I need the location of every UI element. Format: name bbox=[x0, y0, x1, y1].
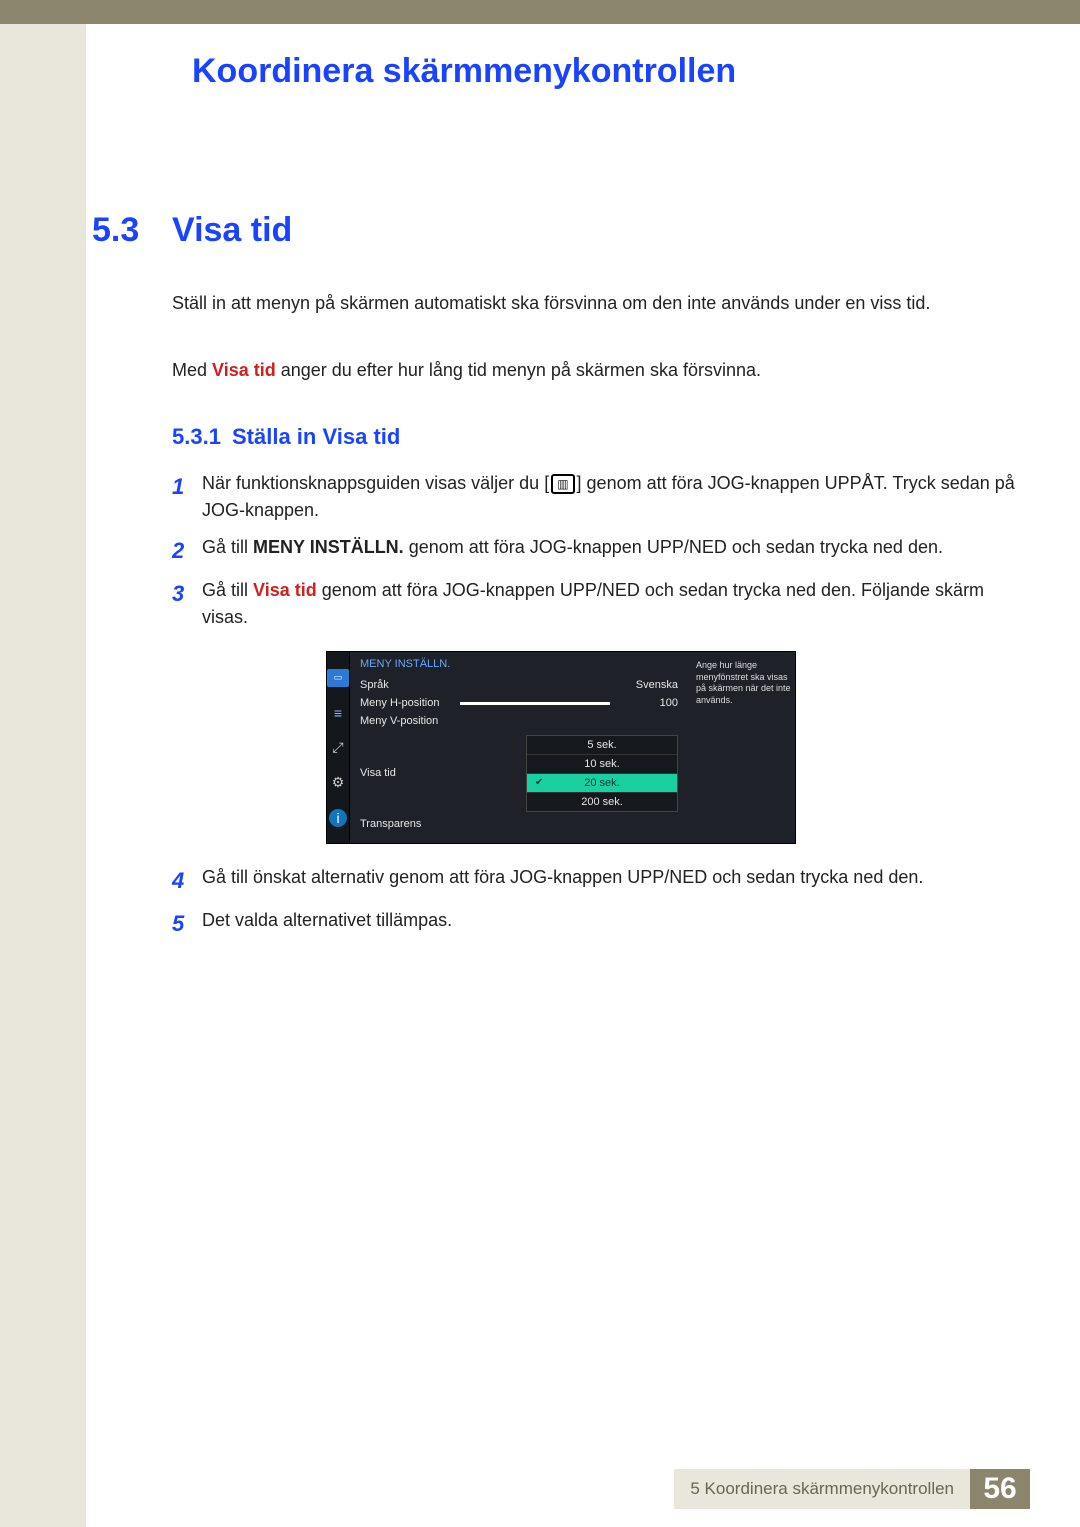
osd-option: 10 sek. bbox=[527, 755, 677, 774]
step-1-pre: När funktionsknappsguiden visas väljer d… bbox=[202, 473, 549, 493]
section-title: Visa tid bbox=[172, 211, 292, 250]
osd-window: ▭ ≡ ⤢ ⚙ i MENY INSTÄLLN. Språk Svenska M… bbox=[326, 651, 796, 844]
arrows-icon: ⤢ bbox=[327, 739, 349, 757]
step-number: 2 bbox=[172, 534, 202, 567]
osd-option: 200 sek. bbox=[527, 793, 677, 811]
step-3-pre: Gå till bbox=[202, 580, 253, 600]
step-1: 1 När funktionsknappsguiden visas väljer… bbox=[172, 470, 1030, 524]
steps-list: 1 När funktionsknappsguiden visas väljer… bbox=[172, 470, 1030, 631]
osd-row-language: Språk Svenska bbox=[360, 676, 678, 694]
intro-paragraph-2: Med Visa tid anger du efter hur lång tid… bbox=[172, 357, 1030, 384]
intro-p2-prefix: Med bbox=[172, 360, 212, 380]
footer-page-number: 56 bbox=[970, 1469, 1030, 1509]
step-body: Det valda alternativet tillämpas. bbox=[202, 907, 1030, 934]
step-body: När funktionsknappsguiden visas väljer d… bbox=[202, 470, 1030, 524]
osd-value: 100 bbox=[618, 697, 678, 709]
left-margin bbox=[0, 24, 86, 1527]
step-body: Gå till Visa tid genom att föra JOG-knap… bbox=[202, 577, 1030, 631]
monitor-icon: ▭ bbox=[327, 669, 349, 687]
osd-row-vpos: Meny V-position bbox=[360, 712, 678, 730]
osd-label: Språk bbox=[360, 679, 460, 691]
osd-label: Transparens bbox=[360, 818, 460, 830]
osd-header: MENY INSTÄLLN. bbox=[360, 658, 678, 670]
subsection-number: 5.3.1 bbox=[172, 424, 232, 450]
subsection-heading: 5.3.1 Ställa in Visa tid bbox=[172, 424, 1030, 450]
osd-label: Meny V-position bbox=[360, 715, 460, 727]
subsection-title: Ställa in Visa tid bbox=[232, 424, 400, 450]
osd-value: Svenska bbox=[618, 679, 678, 691]
osd-row-hpos: Meny H-position 100 bbox=[360, 694, 678, 712]
page-content: Koordinera skärmmenykontrollen 5.3 Visa … bbox=[86, 24, 1080, 1527]
osd-label: Meny H-position bbox=[360, 697, 460, 709]
section-number: 5.3 bbox=[92, 211, 172, 250]
chapter-title: Koordinera skärmmenykontrollen bbox=[192, 52, 1030, 91]
osd-help-text: Ange hur länge menyfönstret ska visas på… bbox=[688, 652, 804, 843]
step-4: 4 Gå till önskat alternativ genom att fö… bbox=[172, 864, 1030, 897]
step-number: 4 bbox=[172, 864, 202, 897]
gear-icon: ⚙ bbox=[327, 774, 349, 792]
step-2: 2 Gå till MENY INSTÄLLN. genom att föra … bbox=[172, 534, 1030, 567]
steps-list-cont: 4 Gå till önskat alternativ genom att fö… bbox=[172, 864, 1030, 940]
osd-row-display-time: Visa tid 5 sek.10 sek.20 sek.200 sek. bbox=[360, 730, 678, 815]
step-2-bold: MENY INSTÄLLN. bbox=[253, 537, 404, 557]
osd-option: 20 sek. bbox=[527, 774, 677, 793]
intro-paragraph-1: Ställ in att menyn på skärmen automatisk… bbox=[172, 290, 1030, 317]
step-number: 5 bbox=[172, 907, 202, 940]
step-number: 1 bbox=[172, 470, 202, 503]
step-3: 3 Gå till Visa tid genom att föra JOG-kn… bbox=[172, 577, 1030, 631]
list-icon: ≡ bbox=[327, 704, 349, 722]
osd-slider bbox=[460, 702, 610, 705]
intro-p2-highlight: Visa tid bbox=[212, 360, 276, 380]
step-2-post: genom att föra JOG-knappen UPP/NED och s… bbox=[404, 537, 943, 557]
page-footer: 5 Koordinera skärmmenykontrollen 56 bbox=[0, 1469, 1080, 1509]
osd-main: MENY INSTÄLLN. Språk Svenska Meny H-posi… bbox=[350, 652, 804, 843]
section-heading: 5.3 Visa tid bbox=[92, 211, 1030, 250]
osd-screenshot: ▭ ≡ ⤢ ⚙ i MENY INSTÄLLN. Språk Svenska M… bbox=[326, 651, 796, 844]
step-number: 3 bbox=[172, 577, 202, 610]
info-icon: i bbox=[329, 809, 347, 827]
step-2-pre: Gå till bbox=[202, 537, 253, 557]
top-bar bbox=[0, 0, 1080, 24]
osd-label: Visa tid bbox=[360, 767, 460, 779]
osd-dropdown: 5 sek.10 sek.20 sek.200 sek. bbox=[526, 735, 678, 812]
osd-menu: MENY INSTÄLLN. Språk Svenska Meny H-posi… bbox=[350, 652, 688, 843]
step-body: Gå till önskat alternativ genom att föra… bbox=[202, 864, 1030, 891]
step-3-redbold: Visa tid bbox=[253, 580, 317, 600]
osd-sidebar: ▭ ≡ ⤢ ⚙ i bbox=[327, 652, 350, 843]
osd-option: 5 sek. bbox=[527, 736, 677, 755]
intro-p2-suffix: anger du efter hur lång tid menyn på skä… bbox=[276, 360, 761, 380]
menu-icon: ▥ bbox=[551, 474, 574, 494]
step-3-post: genom att föra JOG-knappen UPP/NED och s… bbox=[202, 580, 984, 627]
step-5: 5 Det valda alternativet tillämpas. bbox=[172, 907, 1030, 940]
osd-row-transparency: Transparens bbox=[360, 815, 678, 833]
step-body: Gå till MENY INSTÄLLN. genom att föra JO… bbox=[202, 534, 1030, 561]
footer-chapter-text: 5 Koordinera skärmmenykontrollen bbox=[674, 1469, 970, 1509]
